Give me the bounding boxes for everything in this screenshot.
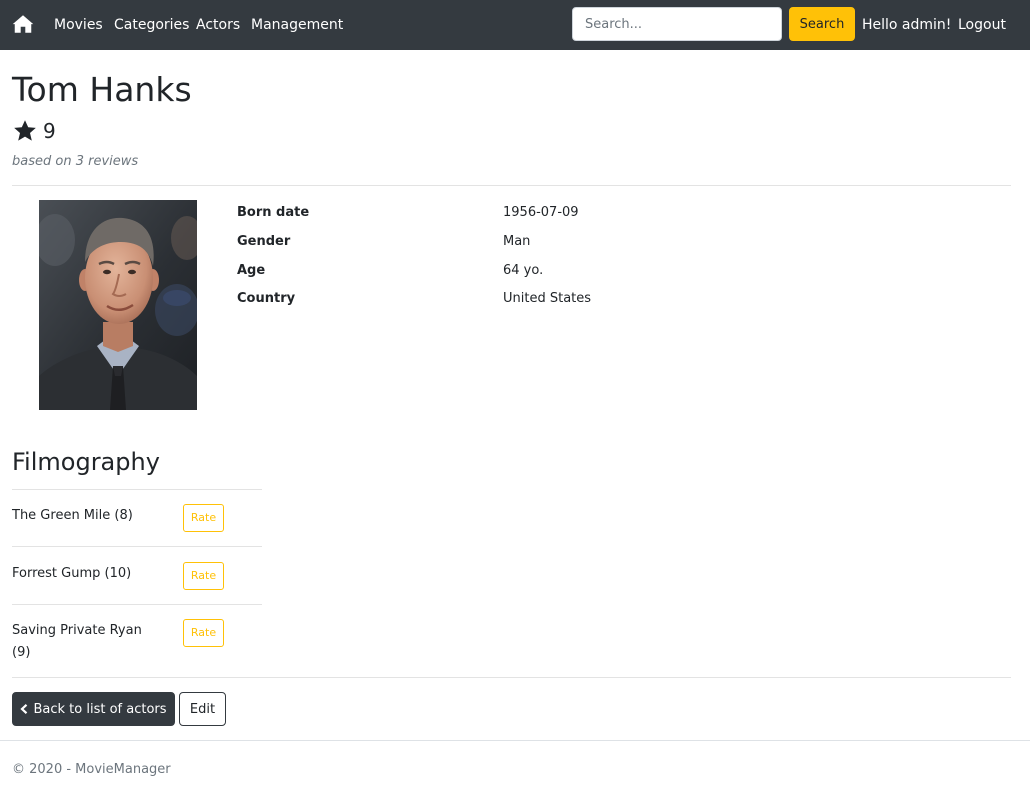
detail-label-country: Country <box>237 291 296 306</box>
rate-button[interactable]: Rate <box>183 504 224 532</box>
reviews-count: based on 3 reviews <box>12 154 139 169</box>
nav-link-actors[interactable]: Actors <box>196 16 240 34</box>
film-title[interactable]: Saving Private Ryan (9) <box>12 620 152 664</box>
rate-button[interactable]: Rate <box>183 619 224 647</box>
search-button[interactable]: Search <box>789 7 855 41</box>
edit-button[interactable]: Edit <box>179 692 226 726</box>
detail-value-born-date: 1956-07-09 <box>503 205 579 220</box>
back-to-actors-button[interactable]: Back to list of actors <box>12 692 175 726</box>
divider <box>12 185 1011 186</box>
chevron-left-icon <box>20 704 28 714</box>
detail-label-gender: Gender <box>237 234 291 249</box>
divider <box>12 489 262 490</box>
footer-text: © 2020 - MovieManager <box>12 762 171 777</box>
actor-name: Tom Hanks <box>12 70 192 109</box>
navbar: Movies Categories Actors Management Sear… <box>0 0 1030 50</box>
film-title[interactable]: Forrest Gump (10) <box>12 563 172 585</box>
divider <box>12 604 262 605</box>
nav-link-categories[interactable]: Categories <box>114 16 189 34</box>
home-icon[interactable] <box>12 13 34 35</box>
detail-value-gender: Man <box>503 234 531 249</box>
divider <box>12 546 262 547</box>
detail-value-age: 64 yo. <box>503 263 544 278</box>
footer-divider <box>0 740 1030 741</box>
detail-label-age: Age <box>237 263 266 278</box>
search-input[interactable] <box>572 7 782 41</box>
detail-label-born-date: Born date <box>237 205 310 220</box>
back-label: Back to list of actors <box>33 701 167 717</box>
nav-link-movies[interactable]: Movies <box>54 16 103 34</box>
star-icon <box>14 120 36 141</box>
logout-link[interactable]: Logout <box>958 16 1006 34</box>
detail-value-country: United States <box>503 291 592 306</box>
rate-button[interactable]: Rate <box>183 562 224 590</box>
actor-photo <box>39 200 197 410</box>
rating-value: 9 <box>43 119 56 143</box>
divider <box>12 677 1011 678</box>
filmography-title: Filmography <box>12 448 160 476</box>
nav-link-management[interactable]: Management <box>251 16 343 34</box>
greeting: Hello admin! <box>862 17 952 33</box>
film-title[interactable]: The Green Mile (8) <box>12 505 172 527</box>
